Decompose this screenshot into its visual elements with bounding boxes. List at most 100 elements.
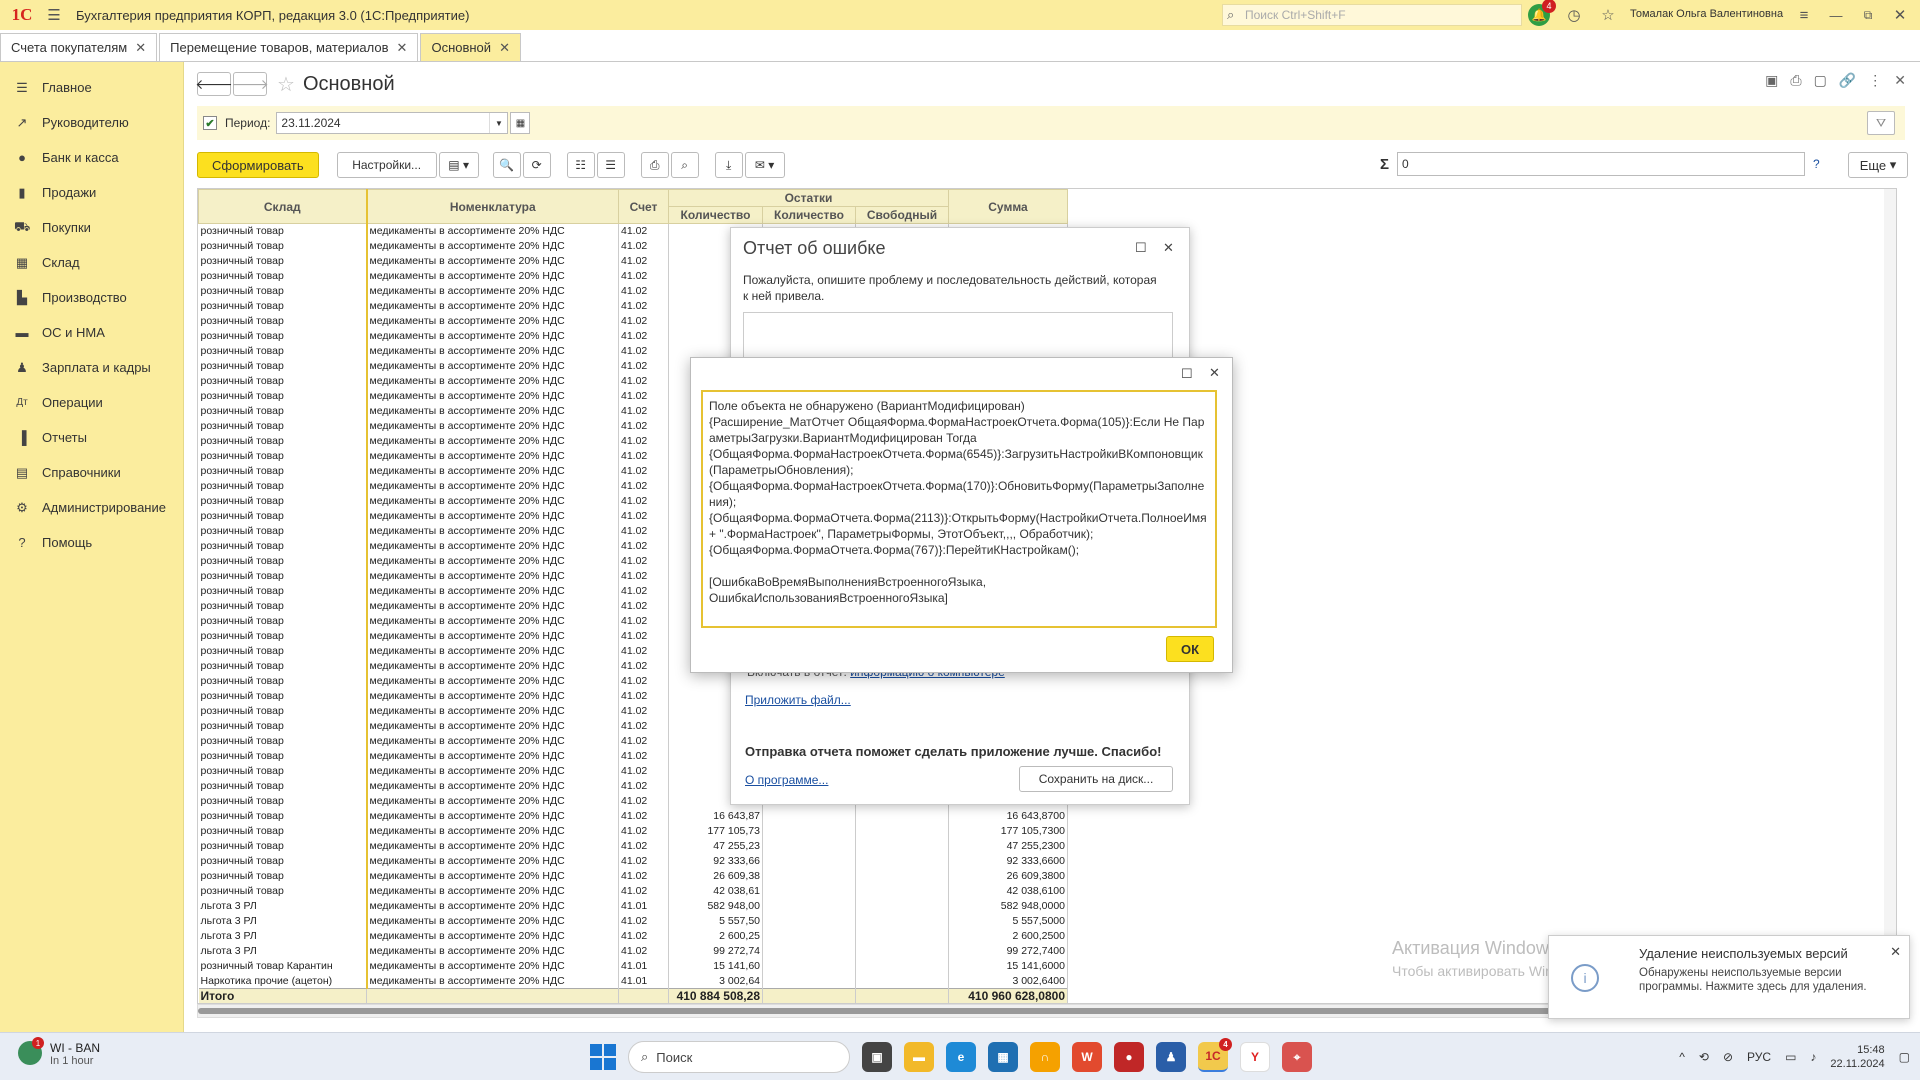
1c-app-icon[interactable]: 1С 4 (1198, 1038, 1232, 1072)
user-app-icon[interactable]: ♟ (1156, 1042, 1186, 1072)
calendar-icon[interactable]: ▦ (510, 112, 531, 134)
windows-start-icon[interactable] (590, 1044, 616, 1070)
download-icon[interactable]: ⤓ (714, 152, 743, 178)
table-row[interactable]: розничный товар медикаменты в ассортимент… (198, 853, 1068, 869)
close-dialog-icon[interactable]: ✕ (1163, 240, 1174, 256)
maximize-icon[interactable]: ☐ (1181, 366, 1193, 382)
table-row[interactable]: льгота 3 РЛ медикаменты в ассортименте 20… (198, 928, 1068, 944)
sidebar-item-bank[interactable]: ● Банк и касса (0, 140, 183, 175)
print-icon[interactable]: ⎙ (1790, 72, 1801, 89)
sidebar-item-administrirovanie[interactable]: ⚙ Администрирование (0, 490, 183, 525)
table-row[interactable]: розничный товар медикаменты в ассортимент… (198, 868, 1068, 884)
sidebar-item-prodazhi[interactable]: ▮ Продажи (0, 175, 183, 210)
sidebar-item-spravochniki[interactable]: ▤ Справочники (0, 455, 183, 490)
table-row[interactable]: льгота 3 РЛ медикаменты в ассортименте 20… (198, 898, 1068, 914)
find-icon[interactable]: 🔍 (492, 152, 521, 178)
settings-menu-icon[interactable]: ≡ (1794, 5, 1814, 25)
sidebar-item-otchety[interactable]: ▐ Отчеты (0, 420, 183, 455)
forward-button[interactable]: 🡒 (231, 72, 269, 96)
close-dialog-icon[interactable]: ✕ (1209, 365, 1220, 381)
user-name[interactable]: Томалак Ольга Валентиновна (1630, 8, 1783, 20)
tab-scheta-pokupatelyam[interactable]: Счета покупателям ✕ (0, 33, 158, 61)
restore-icon[interactable]: ⧉ (1858, 5, 1878, 25)
print-button-icon[interactable]: ⎙ (640, 152, 669, 178)
sidebar-item-os-nma[interactable]: ▬ ОС и НМА (0, 315, 183, 350)
period-checkbox[interactable]: ✔ (203, 116, 217, 130)
favorites-star-icon[interactable]: ☆ (1598, 5, 1618, 25)
more-button[interactable]: Еще ▾ (1848, 152, 1908, 178)
print-preview-icon[interactable]: ⌕ (670, 152, 699, 178)
settings-button[interactable]: Настройки... (336, 152, 437, 178)
table-row[interactable]: розничный товар медикаменты в ассортимент… (198, 808, 1068, 824)
clock[interactable]: 15:48 22.11.2024 (1830, 1043, 1884, 1071)
language-indicator[interactable]: РУС (1747, 1050, 1771, 1064)
back-button[interactable]: 🡐 (195, 72, 233, 96)
period-date-field[interactable]: 23.11.2024 ▼ (276, 112, 509, 134)
notifications-icon[interactable]: ▢ (1899, 1050, 1910, 1064)
sum-field[interactable]: 0 (1397, 152, 1806, 176)
close-tab-icon[interactable]: ✕ (499, 40, 510, 56)
display-icon[interactable]: ▭ (1785, 1050, 1796, 1064)
taskbar-search[interactable]: ⌕ Поиск (628, 1041, 850, 1073)
table-row[interactable]: Наркотика прочие (ацетон) медикаменты в а… (198, 973, 1068, 989)
sidebar-item-sklad[interactable]: ▦ Склад (0, 245, 183, 280)
collapse-groups-icon[interactable]: ☰ (596, 152, 625, 178)
ok-button[interactable]: ОК (1166, 636, 1214, 662)
edge-browser-icon[interactable]: e (946, 1042, 976, 1072)
about-link[interactable]: О программе... (745, 773, 828, 787)
help-link[interactable]: ? (1813, 157, 1820, 171)
filter-icon[interactable]: ⛛ (1867, 111, 1895, 135)
yandex-browser-icon[interactable]: Y (1240, 1042, 1270, 1072)
link-icon[interactable]: 🔗 (1839, 72, 1856, 89)
remote-app-icon[interactable]: ⌖ (1282, 1042, 1312, 1072)
sidebar-item-pomoshch[interactable]: ? Помощь (0, 525, 183, 560)
report-vertical-scrollbar[interactable] (1884, 189, 1896, 1003)
table-row[interactable]: льгота 3 РЛ медикаменты в ассортименте 20… (198, 913, 1068, 929)
favorite-star-icon[interactable]: ☆ (277, 72, 295, 97)
chevron-down-icon[interactable]: ▼ (489, 113, 507, 133)
sidebar-item-proizvodstvo[interactable]: ▙ Производство (0, 280, 183, 315)
minimize-icon[interactable]: — (1826, 5, 1846, 25)
table-row[interactable]: розничный товар Карантин медикаменты в ас… (198, 958, 1068, 974)
table-row[interactable]: розничный товар медикаменты в ассортимент… (198, 883, 1068, 899)
close-form-icon[interactable]: ✕ (1894, 72, 1906, 89)
global-search-input[interactable]: ⌕ Поиск Ctrl+Shift+F (1222, 4, 1522, 26)
volume-icon[interactable]: ♪ (1810, 1050, 1816, 1064)
preview-icon[interactable]: ▢ (1814, 72, 1827, 89)
notification-toast[interactable]: i Удаление неиспользуемых версий Обнаруж… (1548, 935, 1910, 1019)
notifications-bell-icon[interactable]: 🔔 4 (1528, 0, 1556, 26)
sync-icon[interactable]: ⟲ (1699, 1050, 1709, 1064)
expand-groups-icon[interactable]: ☷ (566, 152, 595, 178)
record-app-icon[interactable]: ● (1114, 1042, 1144, 1072)
history-icon[interactable]: ◷ (1564, 5, 1584, 25)
sidebar-item-pokupki[interactable]: ⛟ Покупки (0, 210, 183, 245)
save-to-disk-button[interactable]: Сохранить на диск... (1019, 766, 1173, 792)
more-vert-icon[interactable]: ⋮ (1868, 72, 1882, 89)
file-explorer-icon[interactable]: ▬ (904, 1042, 934, 1072)
chevron-up-icon[interactable]: ^ (1679, 1050, 1685, 1064)
network-icon[interactable]: ⊘ (1723, 1050, 1733, 1064)
sidebar-item-glavnoe[interactable]: ☰ Главное (0, 70, 183, 105)
save-icon[interactable]: ▣ (1765, 72, 1778, 89)
sidebar-item-zarplata[interactable]: ♟ Зарплата и кадры (0, 350, 183, 385)
sidebar-item-rukovoditelyu[interactable]: ↗ Руководителю (0, 105, 183, 140)
error-message-text[interactable]: Поле объекта не обнаружено (ВариантМодиф… (701, 390, 1217, 628)
attach-file-link[interactable]: Приложить файл... (745, 693, 851, 707)
maximize-icon[interactable]: ☐ (1135, 240, 1147, 256)
close-toast-icon[interactable]: ✕ (1890, 944, 1901, 960)
vivaldi-icon[interactable]: W (1072, 1042, 1102, 1072)
close-tab-icon[interactable]: ✕ (135, 40, 146, 56)
store-icon[interactable]: ▦ (988, 1042, 1018, 1072)
weather-widget[interactable]: 1 WI - BAN In 1 hour (18, 1037, 100, 1067)
table-row[interactable]: розничный товар медикаменты в ассортимент… (198, 838, 1068, 854)
sidebar-item-operacii[interactable]: Дт Операции (0, 385, 183, 420)
generate-button[interactable]: Сформировать (197, 152, 319, 178)
close-app-icon[interactable]: ✕ (1890, 5, 1910, 25)
problem-description-field[interactable] (743, 312, 1173, 362)
find-next-icon[interactable]: ⟳ (522, 152, 551, 178)
headphones-app-icon[interactable]: ∩ (1030, 1042, 1060, 1072)
tab-peremeshchenie[interactable]: Перемещение товаров, материалов ✕ (159, 33, 419, 61)
main-menu-icon[interactable]: ☰ (44, 5, 64, 25)
close-tab-icon[interactable]: ✕ (397, 40, 408, 56)
table-row[interactable]: розничный товар медикаменты в ассортимент… (198, 823, 1068, 839)
